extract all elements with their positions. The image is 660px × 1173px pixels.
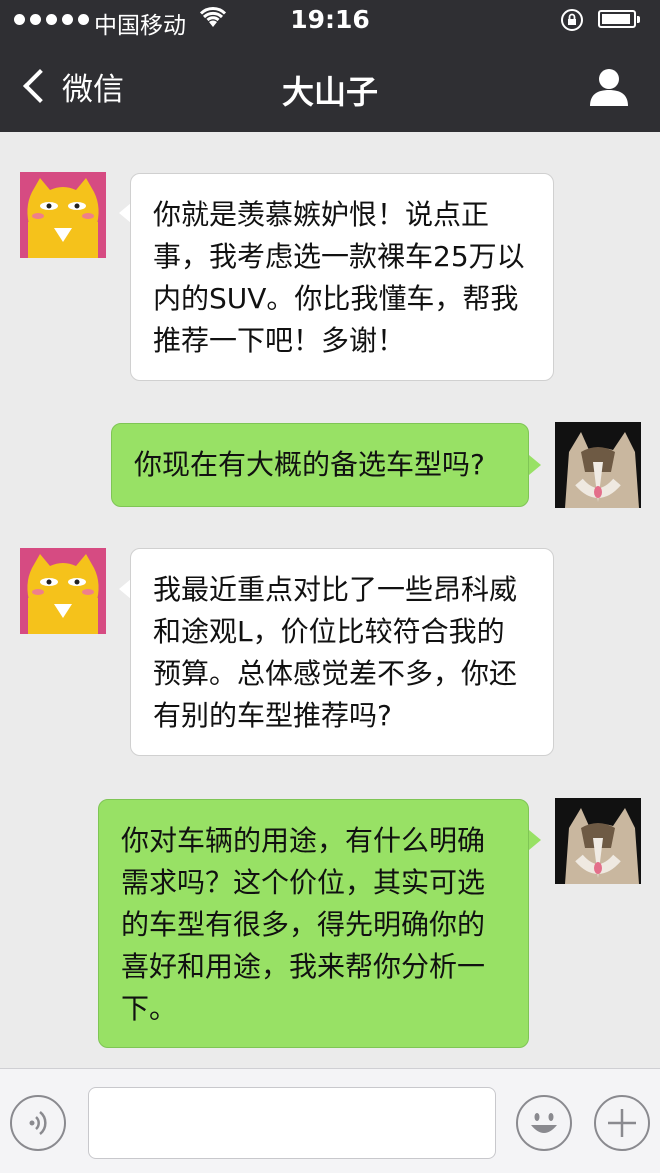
message-bubble-incoming[interactable]: 你就是羡慕嫉妒恨！说点正事，我考虑选一款裸车25万以内的SUV。你比我懂车，帮我… <box>130 173 554 381</box>
top-bar: 中国移动 19:16 微信 大山子 <box>0 0 660 132</box>
voice-icon <box>29 1111 47 1135</box>
chat-title: 大山子 <box>281 73 378 111</box>
plus-icon <box>608 1109 636 1137</box>
status-bar: 中国移动 19:16 <box>0 0 660 40</box>
message-bubble-outgoing[interactable]: 你对车辆的用途，有什么明确需求吗？这个价位，其实可选的车型有很多，得先明确你的喜… <box>98 799 529 1048</box>
cat-photo-icon <box>555 422 641 508</box>
emoji-icon <box>531 1113 557 1133</box>
rotation-lock-icon <box>561 9 583 31</box>
bubble-tail <box>529 830 541 850</box>
person-icon[interactable] <box>588 66 630 108</box>
cartoon-cat-icon <box>20 172 106 258</box>
cartoon-cat-avatar[interactable] <box>20 172 106 258</box>
message-bubble-outgoing[interactable]: 你现在有大概的备选车型吗? <box>111 423 529 507</box>
emoji-button[interactable] <box>516 1095 572 1151</box>
bubble-tail <box>529 455 541 475</box>
cat-photo-avatar[interactable] <box>555 422 641 508</box>
battery-icon <box>598 10 640 28</box>
message-input[interactable] <box>88 1087 496 1159</box>
cartoon-cat-avatar[interactable] <box>20 548 106 634</box>
cat-photo-icon <box>555 798 641 884</box>
cartoon-cat-icon <box>20 548 106 634</box>
cat-photo-avatar[interactable] <box>555 798 641 884</box>
voice-button[interactable] <box>10 1095 66 1151</box>
message-bubble-incoming[interactable]: 我最近重点对比了一些昂科威和途观L，价位比较符合我的预算。总体感觉差不多，你还有… <box>130 548 554 756</box>
nav-bar: 微信 大山子 <box>0 44 660 132</box>
input-bar <box>0 1068 660 1173</box>
plus-button[interactable] <box>594 1095 650 1151</box>
